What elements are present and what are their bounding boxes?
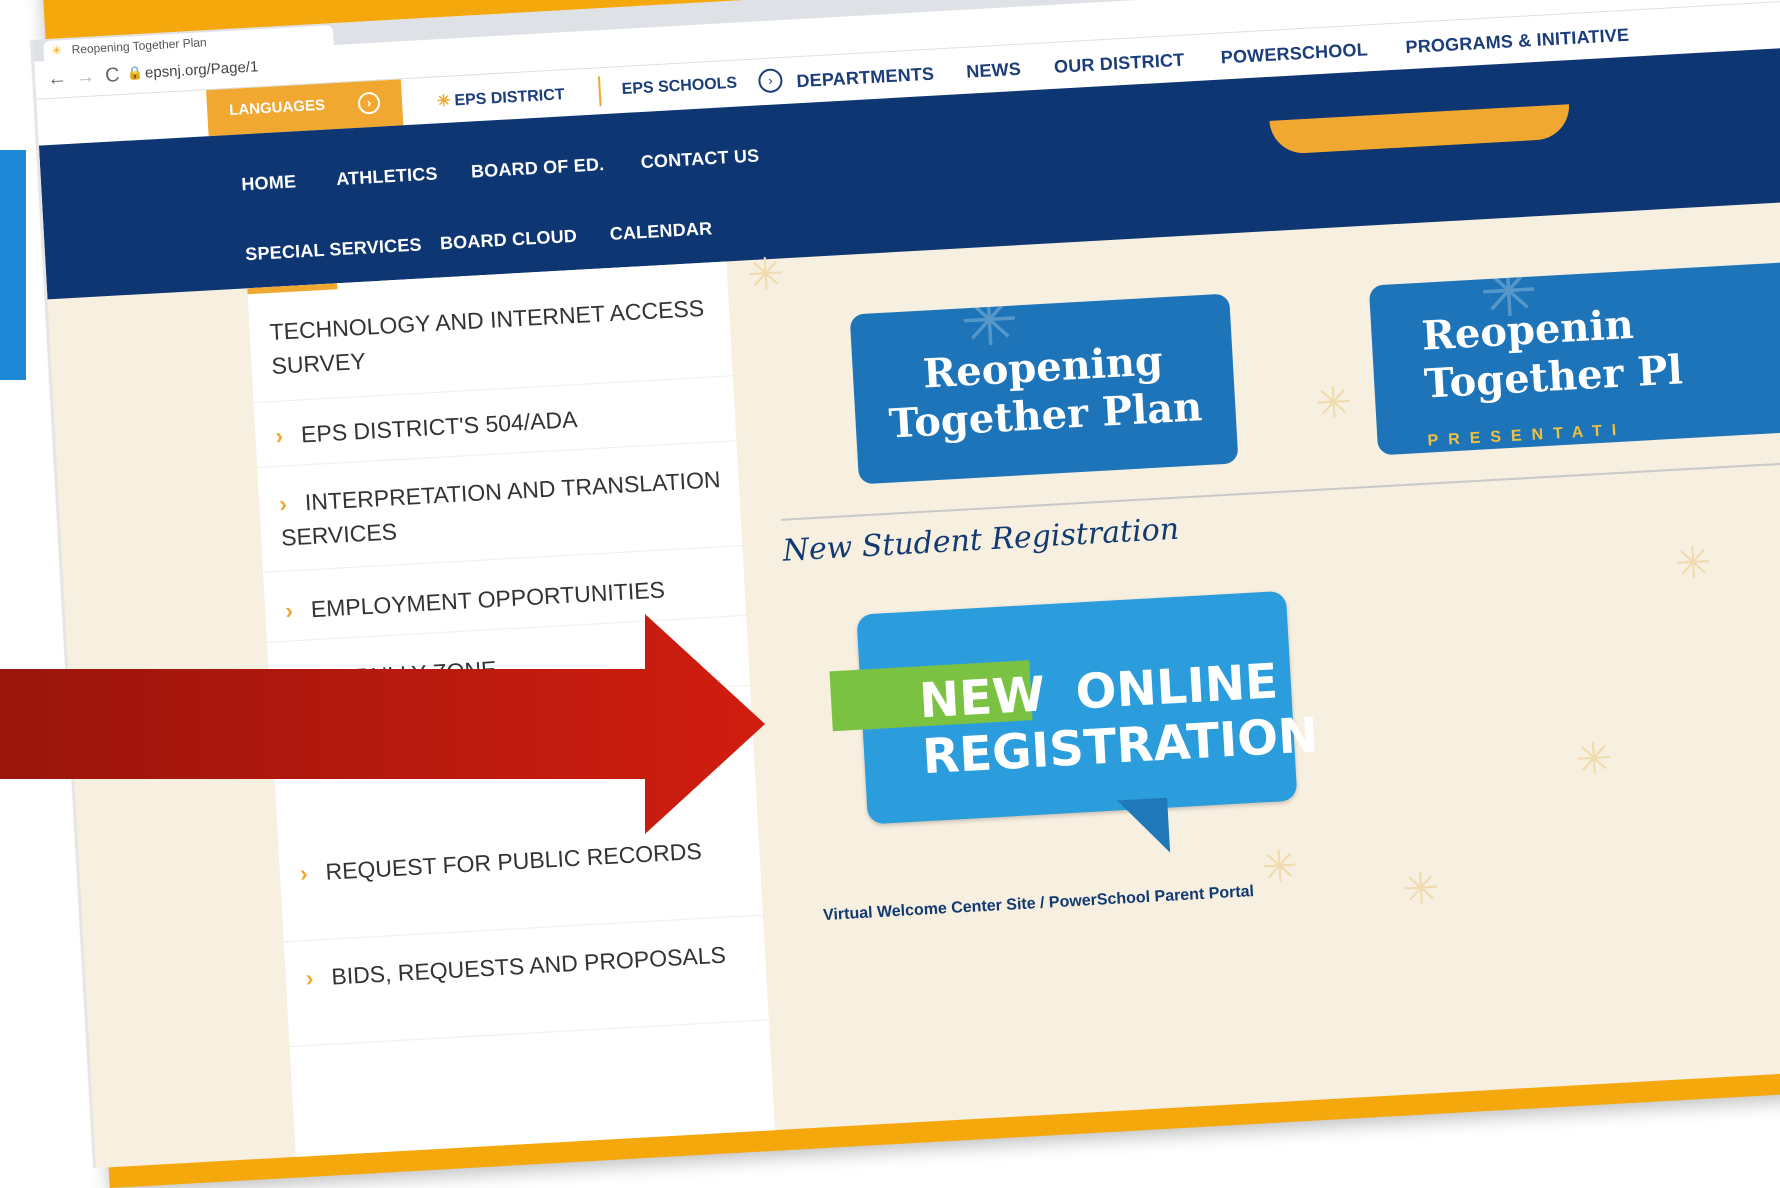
sparkle-icon: ✳ — [1477, 257, 1541, 335]
browser-screenshot: ✳ Reopening Together Plan ← → C 🔒 epsnj.… — [30, 0, 1780, 1169]
sparkle-icon: ✳ — [1401, 863, 1441, 915]
sparkle-icon: ✳ — [1574, 733, 1614, 785]
languages-label: LANGUAGES — [228, 96, 326, 119]
sidebar-item-label: EPS DISTRICT'S 504/ADA — [300, 406, 579, 448]
eps-district-link[interactable]: ✳ EPS DISTRICT — [437, 84, 566, 111]
nav-our-district[interactable]: OUR DISTRICT — [1054, 50, 1185, 78]
chevron-right-icon: › — [278, 490, 288, 517]
banner-text: NEW ONLINE REGISTRATION — [918, 651, 1320, 785]
blue-edge-decoration — [0, 150, 26, 380]
eps-district-label: EPS DISTRICT — [453, 86, 566, 110]
sidebar-item-public-records[interactable]: › REQUEST FOR PUBLIC RECORDS — [278, 820, 764, 943]
utility-divider — [597, 76, 602, 107]
red-pointer-arrow — [0, 614, 765, 834]
banner-new-label: NEW — [917, 666, 1047, 730]
chevron-right-icon: › — [299, 859, 309, 887]
nav-athletics[interactable]: ATHLETICS — [336, 163, 438, 190]
nav-board-cloud[interactable]: BOARD CLOUD — [439, 226, 577, 255]
sparkle-icon: ✳ — [1673, 537, 1714, 589]
eps-schools-link[interactable]: EPS SCHOOLS — [621, 75, 737, 99]
nav-calendar[interactable]: CALENDAR — [609, 218, 713, 245]
lock-icon: 🔒 — [126, 64, 144, 81]
presentation-subtitle: PRESENTATI — [1427, 421, 1627, 450]
banner-ribbon-tail — [1117, 797, 1171, 856]
new-registration-heading: New Student Registration — [781, 511, 1180, 569]
sparkle-icon: ✳ — [1313, 377, 1354, 429]
nav-board-of-ed[interactable]: BOARD OF ED. — [470, 154, 604, 182]
sparkle-icon: ✳ — [1259, 841, 1300, 893]
sidebar-item-label: REQUEST FOR PUBLIC RECORDS — [324, 837, 703, 885]
online-registration-banner[interactable]: NEW ONLINE REGISTRATION — [829, 590, 1320, 856]
sidebar-item-label: BIDS, REQUESTS AND PROPOSALS — [330, 941, 727, 990]
sidebar-item-bids[interactable]: › BIDS, REQUESTS AND PROPOSALS — [284, 925, 769, 1048]
nav-special-services[interactable]: SPECIAL SERVICES — [245, 234, 422, 265]
nav-home[interactable]: HOME — [241, 171, 297, 195]
back-arrow-icon[interactable]: ← — [47, 67, 68, 91]
chevron-right-icon[interactable]: › — [757, 68, 784, 94]
star-icon: ✳ — [436, 92, 451, 111]
url-field[interactable]: epsnj.org/Page/1 — [145, 58, 259, 81]
chevron-right-icon: › — [357, 91, 381, 115]
reopening-plan-title: Reopening Together Plan — [887, 337, 1204, 448]
forward-arrow-icon[interactable]: → — [75, 65, 96, 89]
reopening-presentation-card[interactable]: ✳ Reopenin Together Pl PRESENTATI — [1368, 257, 1780, 456]
chevron-right-icon: › — [305, 964, 315, 992]
sidebar-item-label: TECHNOLOGY AND INTERNET ACCESS SURVEY — [268, 294, 705, 380]
nav-contact-us[interactable]: CONTACT US — [640, 145, 760, 173]
virtual-welcome-link[interactable]: Virtual Welcome Center Site / PowerSchoo… — [823, 883, 1255, 925]
nav-programs[interactable]: PROGRAMS & INITIATIVE — [1405, 25, 1630, 58]
sidebar-item-label: INTERPRETATION AND TRANSLATION SERVICES — [280, 466, 722, 551]
nav-powerschool[interactable]: POWERSCHOOL — [1220, 39, 1368, 68]
sidebar-item-interpretation[interactable]: › INTERPRETATION AND TRANSLATION SERVICES — [257, 451, 743, 573]
sparkle-icon: ✳ — [745, 249, 786, 301]
sparkle-icon: ✳ — [957, 293, 1022, 364]
star-icon: ✳ — [51, 43, 63, 58]
nav-departments[interactable]: DEPARTMENTS — [796, 64, 935, 93]
chevron-right-icon: › — [274, 422, 284, 449]
main-content: ✳ ✳ ✳ ✳ ✳ ✳ ✳ Reopening Together Plan ✳ … — [726, 199, 1780, 1160]
nav-news[interactable]: NEWS — [966, 59, 1022, 83]
reload-icon[interactable]: C — [105, 64, 121, 88]
reopening-plan-card[interactable]: ✳ Reopening Together Plan — [849, 293, 1239, 485]
